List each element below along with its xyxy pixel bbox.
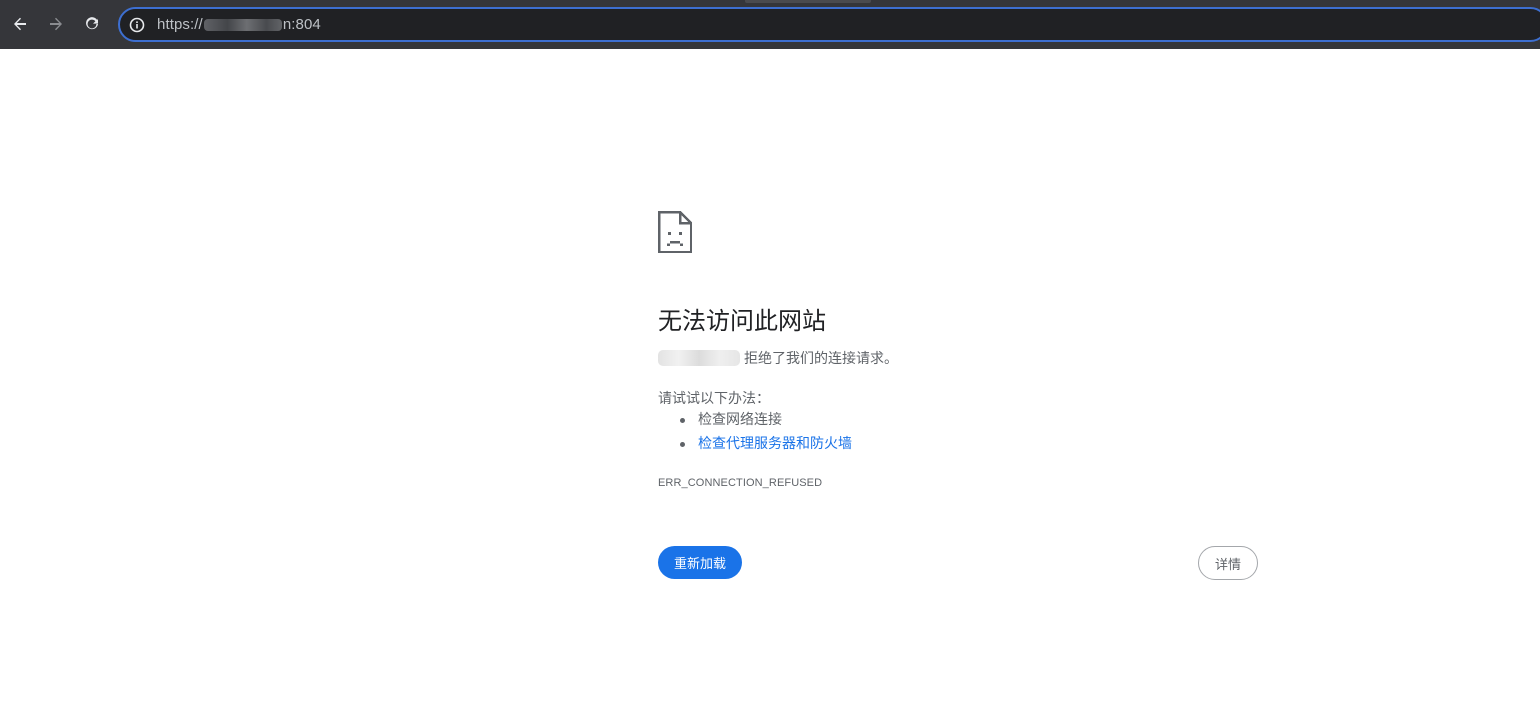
browser-toolbar: https:// n:804 [0,0,1540,49]
reload-page-button[interactable] [77,9,107,39]
url-prefix: https:// [157,16,203,33]
bullet-icon [680,442,685,447]
suggestions-list: 检查网络连接 检查代理服务器和防火墙 [658,411,852,459]
error-code: ERR_CONNECTION_REFUSED [658,477,823,489]
back-button[interactable] [5,9,35,39]
error-summary: 拒绝了我们的连接请求。 [658,348,898,368]
reload-icon [86,17,98,30]
address-bar[interactable]: https:// n:804 [118,7,1540,42]
sad-page-icon [658,211,692,253]
bullet-icon [680,418,685,423]
redacted-hostname [658,350,740,366]
error-headline: 无法访问此网站 [658,307,826,335]
suggestion-item[interactable]: 检查代理服务器和防火墙 [658,435,852,459]
suggestion-item: 检查网络连接 [658,411,852,435]
arrow-right-icon [50,17,62,31]
reload-button[interactable]: 重新加载 [658,546,742,579]
details-button[interactable]: 详情 [1198,546,1258,580]
site-info-button[interactable] [125,13,149,37]
suggestion-text: 检查网络连接 [698,412,782,428]
arrow-left-icon [14,17,26,31]
suggestions-label: 请试试以下办法： [658,391,770,407]
url-text[interactable]: https:// n:804 [157,16,321,33]
error-summary-text: 拒绝了我们的连接请求。 [744,351,898,367]
info-circle-icon [129,17,145,32]
url-redacted-host [203,18,282,31]
forward-button[interactable] [41,9,71,39]
tab-strip-edge [745,0,871,3]
url-suffix: n:804 [282,16,321,33]
check-proxy-firewall-link[interactable]: 检查代理服务器和防火墙 [698,436,852,452]
